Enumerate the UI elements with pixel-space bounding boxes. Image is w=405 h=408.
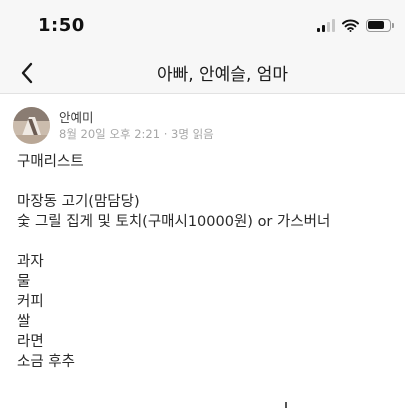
status-time: 1:50 <box>38 15 85 36</box>
wifi-icon <box>342 19 359 32</box>
post-header: 안예미 8월 20일 오후 2:21 · 3명 읽음 <box>0 95 405 150</box>
battery-icon <box>366 19 394 32</box>
chat-title: 아빠, 안예슬, 엄마 <box>156 65 289 85</box>
author-name: 안예미 <box>59 110 94 125</box>
post-line: 커피 <box>17 294 44 310</box>
back-button[interactable] <box>12 58 42 88</box>
status-icons <box>317 19 394 32</box>
post-line: 물 <box>17 274 31 290</box>
profile-photo <box>13 107 50 144</box>
post-meta: 8월 20일 오후 2:21 · 3명 읽음 <box>59 127 214 141</box>
post-line: 구매리스트 <box>17 154 84 170</box>
post-line: 쌀 <box>17 314 31 330</box>
chevron-left-icon <box>21 62 33 84</box>
cellular-signal-icon <box>317 19 335 32</box>
post-line: 숯 그릴 집게 및 토치(구매시10000원) or 가스버너 <box>17 214 331 230</box>
post-line: 마장동 고기(맘담당) <box>17 194 140 210</box>
nav-bar: 아빠, 안예슬, 엄마 <box>0 52 405 94</box>
text-cursor <box>285 402 287 408</box>
status-bar: 1:50 <box>0 0 405 52</box>
post-line: 과자 <box>17 254 44 270</box>
avatar[interactable] <box>13 107 50 144</box>
post-line: 소금 후추 <box>17 354 75 370</box>
post-body: 구매리스트 마장동 고기(맘담당) 숯 그릴 집게 및 토치(구매시10000원… <box>17 152 397 372</box>
post-line: 라면 <box>17 334 44 350</box>
